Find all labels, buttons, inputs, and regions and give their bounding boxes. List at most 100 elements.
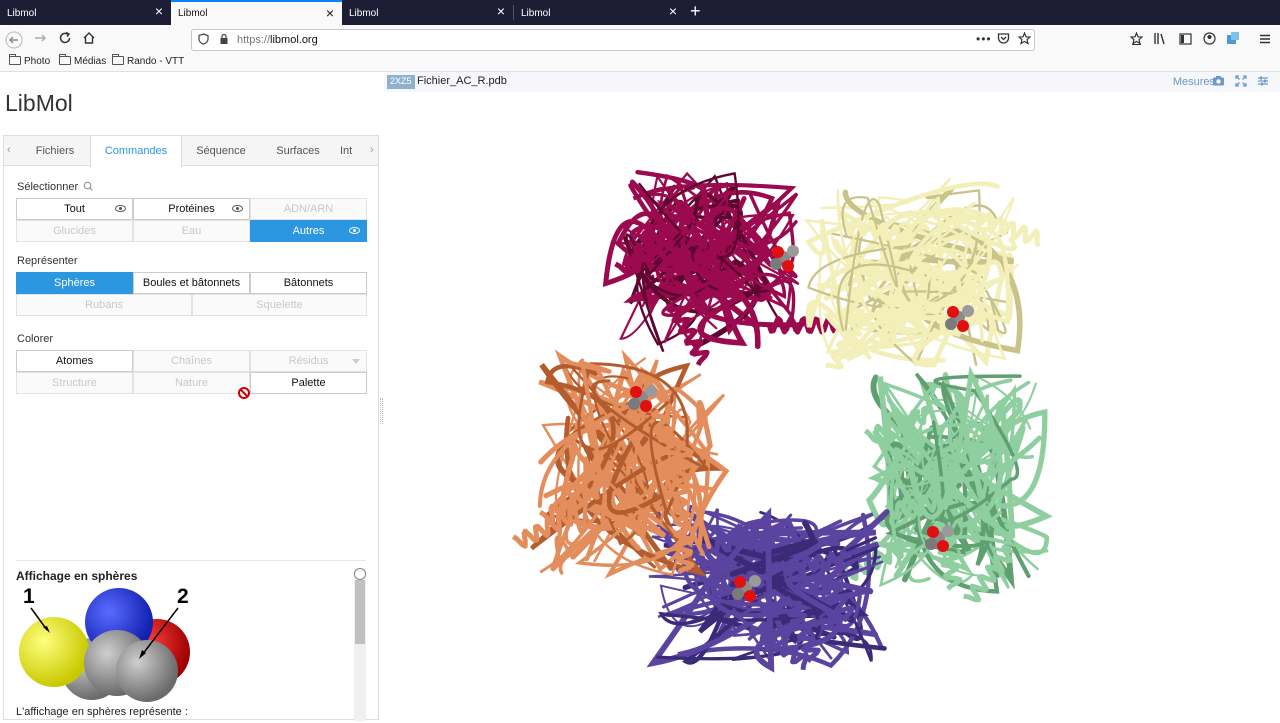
button-label: Résidus <box>288 355 329 367</box>
navigation-bar: https://libmol.org ••• <box>0 25 1280 55</box>
file-name: Fichier_AC_R.pdb <box>417 75 507 87</box>
browser-tab-title: Libmol <box>349 8 379 19</box>
close-icon[interactable]: × <box>326 6 334 20</box>
bookmark-folder[interactable]: Rando - VTT <box>112 54 185 67</box>
select-glucides-button: Glucides <box>16 220 133 242</box>
represent-section-label: Représenter <box>17 255 78 267</box>
ligand-spheres <box>770 245 799 272</box>
sulfur-atom <box>19 617 89 687</box>
bookmarks-bar: Photo Médias Rando - VTT <box>0 54 1280 72</box>
chevron-down-icon <box>352 359 360 364</box>
tab-fichiers[interactable]: Fichiers <box>21 136 89 166</box>
eye-icon[interactable] <box>232 205 243 212</box>
chevron-left-icon[interactable]: ‹ <box>7 144 11 156</box>
browser-tab[interactable]: Libmol × <box>342 0 513 25</box>
camera-icon[interactable] <box>1211 75 1225 89</box>
account-icon[interactable] <box>1200 31 1218 49</box>
browser-tab[interactable]: Libmol × <box>0 0 171 25</box>
new-tab-icon[interactable]: + <box>690 1 701 22</box>
button-label: Tout <box>64 203 85 215</box>
chevron-right-icon[interactable]: › <box>370 144 374 156</box>
bookmark-folder[interactable]: Photo <box>9 54 50 67</box>
tab-int[interactable]: Int <box>340 136 370 166</box>
tab-sequence[interactable]: Séquence <box>184 136 258 166</box>
url-protocol: https:// <box>237 34 271 46</box>
sphere-illustration: 1 2 <box>19 585 190 702</box>
select-others-button[interactable]: Autres <box>250 220 367 242</box>
downloads-star-icon[interactable] <box>1127 31 1145 49</box>
select-label: Sélectionner <box>17 181 79 193</box>
scroll-up-icon[interactable] <box>354 568 366 580</box>
tab-commandes[interactable]: Commandes <box>90 136 182 167</box>
scroll-thumb[interactable] <box>355 580 365 644</box>
library-icon[interactable] <box>1151 31 1169 49</box>
select-dna-rna-button: ADN/ARN <box>250 198 367 220</box>
button-label: Autres <box>292 225 325 237</box>
color-atoms-button[interactable]: Atomes <box>16 350 133 372</box>
close-icon[interactable]: × <box>669 4 677 18</box>
browser-tab-bar: Libmol × Libmol × Libmol × Libmol × + <box>0 0 1280 25</box>
bookmark-star-icon[interactable] <box>1017 31 1032 48</box>
oxygen-sphere <box>927 526 939 538</box>
help-scrollbar[interactable] <box>354 568 366 721</box>
protein-structure-render[interactable] <box>384 92 1280 720</box>
extension-icon[interactable] <box>1224 31 1242 49</box>
page-actions-icon[interactable]: ••• <box>976 32 992 46</box>
address-bar[interactable]: https://libmol.org ••• <box>191 29 1035 51</box>
select-section-label: Sélectionner <box>17 181 94 194</box>
oxygen-sphere <box>734 576 746 588</box>
browser-tab[interactable]: Libmol × <box>514 0 685 25</box>
not-allowed-cursor-icon <box>238 387 250 399</box>
represent-ball-stick-button[interactable]: Boules et bâtonnets <box>133 272 250 294</box>
represent-backbone-button: Squelette <box>192 294 367 316</box>
help-text: L'affichage en sphères représente : <box>16 706 188 718</box>
reload-icon[interactable] <box>56 31 74 49</box>
menu-icon[interactable] <box>1256 31 1274 49</box>
represent-spheres-button[interactable]: Sphères <box>16 272 133 294</box>
forward-icon[interactable] <box>31 31 49 49</box>
pocket-icon[interactable] <box>997 32 1010 48</box>
oxygen-sphere <box>630 386 642 398</box>
sidebar-icon[interactable] <box>1176 31 1194 49</box>
color-nature-button: Nature <box>133 372 250 394</box>
represent-sticks-button[interactable]: Bâtonnets <box>250 272 367 294</box>
shield-icon[interactable] <box>198 33 209 48</box>
select-water-button: Eau <box>133 220 250 242</box>
eye-icon[interactable] <box>115 205 126 212</box>
bookmark-label: Rando - VTT <box>127 56 185 67</box>
color-palette-button[interactable]: Palette <box>250 372 367 394</box>
color-structure-button: Structure <box>16 372 133 394</box>
close-icon[interactable]: × <box>155 4 163 18</box>
molecule-viewer[interactable] <box>384 92 1280 720</box>
bookmark-folder[interactable]: Médias <box>59 54 106 67</box>
select-proteins-button[interactable]: Protéines <box>133 198 250 220</box>
measures-button[interactable]: Mesures <box>1173 76 1215 88</box>
eye-icon[interactable] <box>349 227 360 234</box>
select-all-button[interactable]: Tout <box>16 198 133 220</box>
url-host: libmol.org <box>270 34 318 46</box>
carbon-sphere <box>645 385 657 397</box>
lock-icon[interactable] <box>219 33 229 48</box>
carbon-sphere <box>787 245 799 257</box>
settings-sliders-icon[interactable] <box>1256 75 1270 89</box>
fullscreen-icon[interactable] <box>1234 75 1248 89</box>
help-title: Affichage en sphères <box>16 569 138 583</box>
protein-chain-a <box>602 169 838 367</box>
back-icon[interactable] <box>5 31 23 49</box>
home-icon[interactable] <box>80 31 98 49</box>
represent-ribbons-button: Rubans <box>16 294 192 316</box>
browser-tab-title: Libmol <box>521 8 551 19</box>
tab-surfaces[interactable]: Surfaces <box>264 136 332 166</box>
protein-chain-b <box>804 177 1041 370</box>
carbon-sphere <box>749 575 761 587</box>
close-icon[interactable]: × <box>497 4 505 18</box>
folder-icon <box>112 54 124 65</box>
label-1: 1 <box>23 585 35 608</box>
browser-tab-active[interactable]: Libmol × <box>171 0 342 25</box>
oxygen-sphere <box>782 260 794 272</box>
carbon-sphere <box>962 305 974 317</box>
browser-tab-title: Libmol <box>7 8 37 19</box>
panel-resize-handle[interactable] <box>380 398 383 424</box>
oxygen-sphere <box>744 590 756 602</box>
color-residues-dropdown: Résidus <box>250 350 367 372</box>
